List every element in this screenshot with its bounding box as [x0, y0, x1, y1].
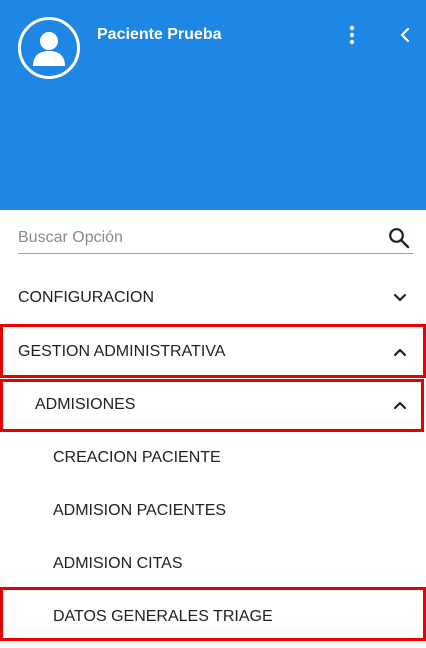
- menu-item-label: ADMISION PACIENTES: [53, 502, 227, 519]
- menu-item-label: CREACION PACIENTE: [53, 449, 221, 466]
- menu-item-creacion-paciente[interactable]: CREACION PACIENTE: [0, 432, 426, 484]
- menu-item-admisiones[interactable]: ADMISIONES: [0, 379, 426, 431]
- menu-item-label: ADMISIONES: [35, 396, 136, 413]
- menu-item-admision-pacientes[interactable]: ADMISION PACIENTES: [0, 485, 426, 537]
- chevron-left-icon[interactable]: [392, 22, 418, 48]
- menu-item-label: GESTION ADMINISTRATIVA: [18, 343, 226, 360]
- chevron-up-icon: [392, 397, 408, 413]
- menu-item-configuracion[interactable]: CONFIGURACION: [0, 272, 426, 324]
- user-name: Paciente Prueba: [97, 26, 222, 43]
- chevron-up-icon: [392, 344, 408, 360]
- menu-item-gestion-administrativa[interactable]: GESTION ADMINISTRATIVA: [0, 326, 426, 378]
- chevron-down-icon: [392, 290, 408, 306]
- menu-item-label: CONFIGURACION: [18, 289, 154, 306]
- menu-item-datos-generales-triage[interactable]: DATOS GENERALES TRIAGE: [0, 591, 426, 643]
- more-vertical-icon[interactable]: [339, 22, 365, 48]
- search-bar: [18, 222, 413, 254]
- user-avatar-icon: [18, 17, 80, 79]
- menu-item-label: DATOS GENERALES TRIAGE: [53, 608, 273, 625]
- sidebar-header: Paciente Prueba: [0, 0, 426, 210]
- menu-item-admision-citas[interactable]: ADMISION CITAS: [0, 538, 426, 590]
- menu-item-label: ADMISION CITAS: [53, 555, 183, 572]
- search-icon[interactable]: [387, 226, 411, 250]
- search-input[interactable]: [18, 222, 378, 253]
